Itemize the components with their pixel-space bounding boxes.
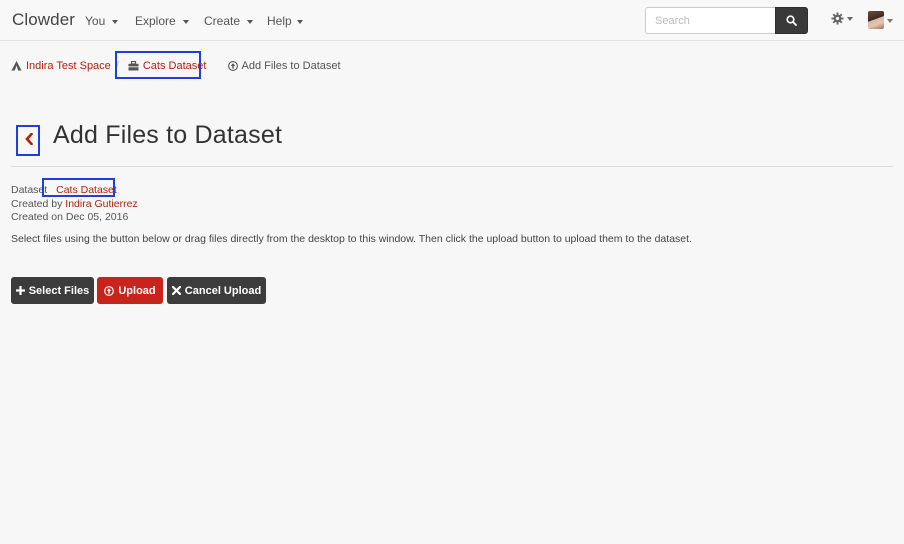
search-bar: [645, 7, 808, 34]
caret-down-icon: [247, 19, 254, 24]
user-menu[interactable]: [868, 11, 893, 29]
nav-menu-help-label: Help: [267, 14, 292, 28]
search-icon: [786, 15, 797, 26]
nav-menu-you[interactable]: You: [85, 14, 119, 28]
top-navbar: Clowder You Explore Create Help: [0, 0, 904, 41]
breadcrumb-separator: /: [115, 60, 119, 72]
caret-down-icon: [847, 17, 853, 21]
created-by-label: Created by: [11, 198, 63, 210]
briefcase-icon: [128, 61, 139, 71]
users-icon: [11, 61, 22, 71]
breadcrumb-space[interactable]: Indira Test Space: [11, 60, 111, 72]
dataset-line: Dataset Cats Dataset: [11, 184, 117, 196]
close-icon: [171, 286, 181, 295]
upload-circle-icon: [227, 61, 238, 71]
breadcrumb-dataset[interactable]: Cats Dataset: [128, 60, 207, 72]
upload-circle-icon: [104, 285, 115, 296]
title-divider: [11, 166, 893, 167]
breadcrumb: Indira Test Space / Cats Dataset / Add F…: [11, 60, 341, 72]
avatar: [868, 11, 884, 29]
nav-menu-explore[interactable]: Explore: [135, 14, 189, 28]
caret-down-icon: [182, 19, 189, 24]
select-files-label: Select Files: [28, 284, 90, 297]
breadcrumb-current: Add Files to Dataset: [227, 60, 341, 72]
cancel-upload-label: Cancel Upload: [184, 284, 262, 297]
chevron-left-icon: [25, 133, 33, 145]
upload-label: Upload: [118, 284, 156, 297]
dataset-label: Dataset: [11, 184, 48, 196]
nav-menu-explore-label: Explore: [135, 14, 176, 28]
plus-icon: [15, 286, 25, 295]
cancel-upload-button[interactable]: Cancel Upload: [167, 277, 266, 304]
search-button[interactable]: [775, 7, 808, 34]
caret-down-icon: [887, 18, 893, 23]
settings-menu[interactable]: [831, 12, 853, 25]
creator-link[interactable]: Indira Gutierrez: [65, 198, 137, 210]
page-title: Add Files to Dataset: [53, 121, 283, 149]
brand-logo[interactable]: Clowder: [12, 10, 75, 30]
breadcrumb-separator: /: [220, 60, 223, 72]
breadcrumb-space-link[interactable]: Indira Test Space: [26, 60, 111, 72]
created-by-line: Created by Indira Gutierrez: [11, 198, 138, 210]
back-button[interactable]: [20, 126, 38, 152]
nav-menu-help[interactable]: Help: [267, 14, 303, 28]
caret-down-icon: [112, 19, 119, 24]
nav-menu-you-label: You: [85, 14, 106, 28]
gear-icon: [831, 12, 844, 25]
upload-button[interactable]: Upload: [97, 277, 163, 304]
nav-menu-create[interactable]: Create: [204, 14, 254, 28]
nav-menu-create-label: Create: [204, 14, 241, 28]
caret-down-icon: [296, 19, 303, 24]
breadcrumb-dataset-link[interactable]: Cats Dataset: [143, 60, 207, 72]
breadcrumb-current-label: Add Files to Dataset: [241, 60, 341, 72]
select-files-button[interactable]: Select Files: [11, 277, 94, 304]
upload-instructions: Select files using the button below or d…: [11, 233, 692, 245]
created-on-line: Created on Dec 05, 2016: [11, 211, 129, 223]
dataset-link[interactable]: Cats Dataset: [56, 184, 117, 196]
search-input[interactable]: [645, 7, 775, 34]
